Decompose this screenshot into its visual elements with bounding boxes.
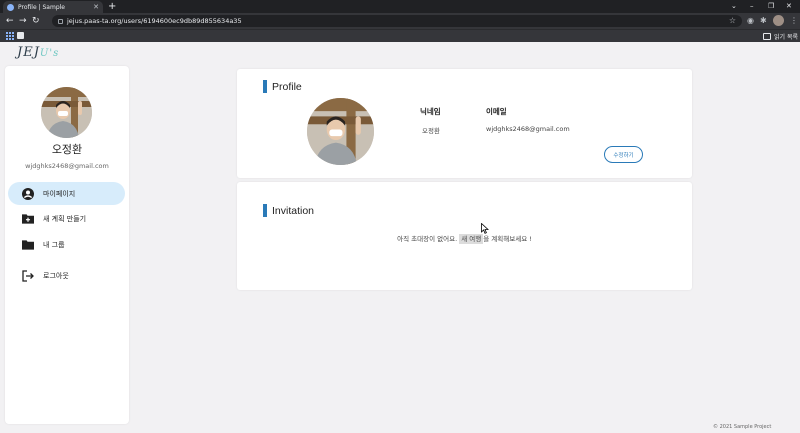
browser-tab[interactable]: Profile | Sample ✕ [3, 1, 103, 13]
footer-copyright: © 2021 Sample Project [713, 424, 772, 430]
puzzle-icon[interactable]: ✱ [760, 16, 767, 26]
folder-icon [22, 239, 34, 251]
url-text: jejus.paas-ta.org/users/6194600ec9db89d8… [67, 17, 242, 25]
close-tab-icon[interactable]: ✕ [93, 3, 99, 11]
tab-search-icon[interactable]: ⌄ [731, 1, 737, 11]
logout-icon [22, 269, 34, 282]
minimize-button[interactable]: – [750, 1, 754, 11]
profile-card-title: Profile [263, 80, 302, 93]
account-circle-icon [22, 187, 34, 200]
sidebar-user-name: 오정환 [51, 143, 83, 156]
profile-card: Profile 닉네임 이메일 오정환 wjdghks2468@gmail.co… [237, 69, 692, 178]
nickname-header: 닉네임 [420, 107, 441, 116]
window-close-button[interactable]: ✕ [786, 1, 792, 11]
reading-list-button[interactable]: 읽기 목록 [763, 32, 798, 41]
invitation-empty-message: 아직 초대장이 없어요. 새 여행 을 계획해보세요 ! [237, 233, 692, 244]
sidebar-item-label: 새 계획 만들기 [43, 214, 87, 223]
tab-title: Profile | Sample [18, 3, 65, 11]
bookmark-star-icon[interactable]: ☆ [729, 16, 736, 25]
new-tab-button[interactable]: + [108, 1, 116, 12]
address-bar[interactable]: jejus.paas-ta.org/users/6194600ec9db89d8… [52, 15, 742, 27]
mouse-pointer-icon [481, 223, 489, 234]
browser-profile-avatar[interactable] [773, 15, 784, 26]
invitation-card-title: Invitation [263, 204, 314, 217]
edit-profile-button[interactable]: 수정하기 [604, 146, 643, 163]
invitation-title: Invitation [272, 204, 315, 217]
back-arrow-icon[interactable]: ← [6, 15, 14, 27]
sidebar-item-mypage[interactable]: 마이페이지 [8, 182, 125, 205]
sidebar-avatar [41, 87, 92, 138]
logo-text: JEJ [17, 45, 40, 60]
lock-icon [58, 18, 63, 24]
menu-kebab-icon[interactable]: ⋮ [790, 16, 798, 26]
logo-accent-text: U's [39, 48, 60, 59]
sidebar-item-my-group[interactable]: 내 그룹 [8, 233, 125, 256]
reading-list-label: 읽기 목록 [774, 34, 798, 41]
create-folder-icon [22, 213, 34, 225]
profile-title: Profile [272, 80, 302, 93]
title-accent-bar [263, 80, 267, 93]
message-after: 을 계획해보세요 ! [483, 235, 532, 243]
extension-icon[interactable]: ◉ [747, 16, 754, 26]
profile-avatar [307, 98, 374, 165]
site-logo[interactable]: JEJU's [17, 45, 59, 60]
new-trip-link[interactable]: 새 여행 [459, 234, 484, 244]
sidebar-item-label: 내 그룹 [43, 240, 65, 249]
email-header: 이메일 [486, 107, 507, 116]
restore-button[interactable]: ❐ [768, 1, 774, 11]
sidebar-item-new-plan[interactable]: 새 계획 만들기 [8, 207, 125, 230]
title-accent-bar [263, 204, 267, 217]
globe-icon [7, 3, 14, 11]
forward-arrow-icon[interactable]: → [19, 15, 27, 27]
nickname-value: 오정환 [422, 127, 440, 135]
sidebar-item-label: 로그아웃 [43, 271, 69, 280]
sidebar-user-email: wjdghks2468@gmail.com [25, 162, 109, 170]
browser-tab-strip: Profile | Sample ✕ + ⌄ – ❐ ✕ [0, 0, 800, 13]
bookmark-folder-icon[interactable] [17, 32, 24, 39]
browser-toolbar: ← → ↻ jejus.paas-ta.org/users/6194600ec9… [0, 13, 800, 29]
email-value: wjdghks2468@gmail.com [486, 125, 570, 133]
sidebar-item-logout[interactable]: 로그아웃 [8, 264, 125, 287]
message-before: 아직 초대장이 없어요. [397, 235, 458, 243]
apps-grid-icon[interactable] [6, 32, 14, 40]
reload-icon[interactable]: ↻ [32, 15, 40, 27]
bookmarks-bar: 읽기 목록 [0, 29, 800, 42]
sidebar: 오정환 wjdghks2468@gmail.com 마이페이지 새 계획 만들기… [5, 66, 129, 424]
sidebar-item-label: 마이페이지 [43, 189, 76, 198]
invitation-card: Invitation 아직 초대장이 없어요. 새 여행 을 계획해보세요 ! [237, 182, 692, 290]
reading-list-icon [763, 33, 771, 40]
